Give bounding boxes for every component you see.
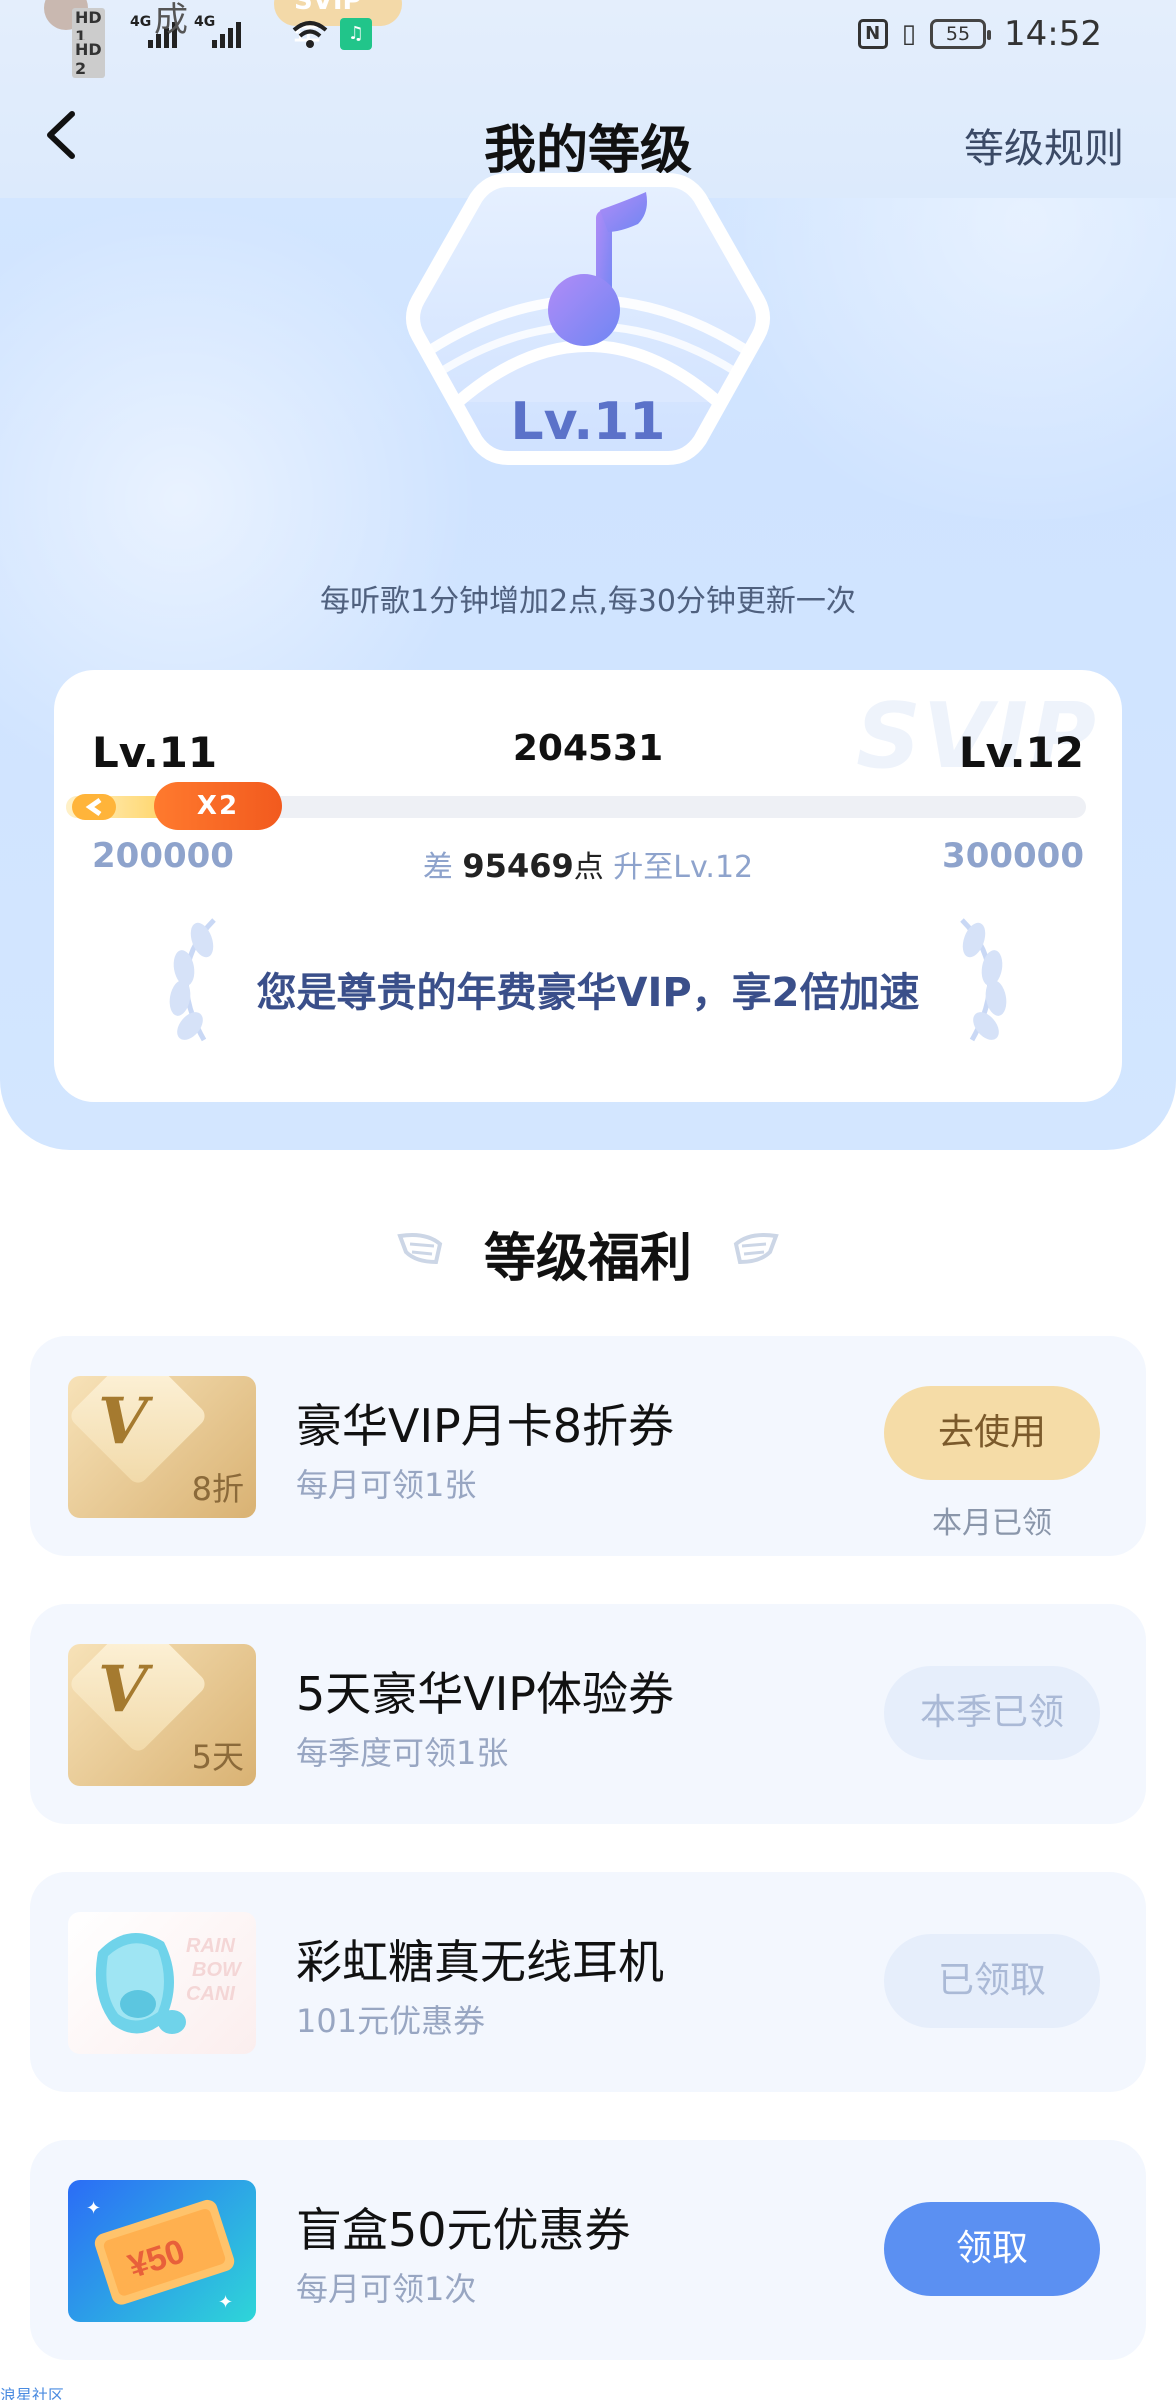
benefit-title: 彩虹糖真无线耳机: [296, 1935, 664, 1989]
svg-text:✦: ✦: [218, 2292, 233, 2313]
claim-button[interactable]: 领取: [884, 2202, 1100, 2296]
gap-value: 95469: [462, 847, 574, 885]
svg-text:✦: ✦: [86, 2198, 101, 2219]
watermark-text: 浪星社区: [0, 2386, 65, 2400]
hexagon-badge-icon: [406, 173, 770, 465]
svg-text:CANI: CANI: [186, 1983, 235, 2005]
benefit-title: 5天豪华VIP体验券: [296, 1667, 675, 1721]
gap-suffix: 升至Lv.12: [613, 850, 754, 885]
use-button[interactable]: 去使用: [884, 1386, 1100, 1480]
boost-arrow-icon: [72, 794, 116, 820]
level-badge: Lv.11: [388, 140, 788, 540]
blind-box-thumb: ¥50 ✦ ✦: [68, 2180, 256, 2322]
next-level: Lv.12: [958, 728, 1084, 777]
benefit-subtitle: 每月可领1张: [296, 1466, 477, 1504]
benefit-title: 盲盒50元优惠券: [296, 2203, 631, 2257]
thumb-tag: 5天: [191, 1738, 244, 1776]
badge-level-text: Lv.11: [510, 392, 666, 452]
signal-icon: [212, 22, 241, 48]
v-logo-icon: V: [98, 1384, 148, 1459]
claimed-note: 本月已领: [932, 1506, 1052, 1541]
level-end-points: 300000: [942, 836, 1084, 876]
vibrate-icon: ▯: [901, 19, 917, 49]
benefit-card: V 5天 5天豪华VIP体验券 每季度可领1张 本季已领: [30, 1604, 1146, 1824]
thumb-tag: 8折: [191, 1470, 244, 1508]
carrier-text: 成: [154, 0, 188, 40]
benefit-card: V 8折 豪华VIP月卡8折券 每月可领1张 去使用 本月已领: [30, 1336, 1146, 1556]
season-claimed-button[interactable]: 本季已领: [884, 1666, 1100, 1760]
benefit-subtitle: 每月可领1次: [296, 2270, 477, 2308]
benefit-subtitle: 每季度可领1张: [296, 1734, 509, 1772]
svg-text:BOW: BOW: [192, 1959, 243, 1981]
points-tip: 每听歌1分钟增加2点,每30分钟更新一次: [320, 584, 856, 619]
nfc-icon: N: [857, 19, 888, 49]
level-rules-link[interactable]: 等级规则: [964, 116, 1124, 174]
vip-trial-thumb: V 5天: [68, 1644, 256, 1786]
hd2-indicator: HD 2: [72, 40, 105, 78]
wing-icon: [733, 1233, 779, 1265]
v-logo-icon: V: [98, 1652, 148, 1727]
status-bar: HD 1 HD 2 4G 成 4G SVIP年 ♫ N ▯ 55 14:52: [0, 0, 1176, 78]
status-right: N ▯ 55 14:52: [857, 14, 1102, 54]
laurel-icon: [960, 918, 1007, 1042]
level-progress-card: SVIP Lv.11 204531 Lv.12 X2 200000 差 9546…: [54, 670, 1122, 1102]
benefit-card: ¥50 ✦ ✦ 盲盒50元优惠券 每月可领1次 领取: [30, 2140, 1146, 2360]
benefit-title: 豪华VIP月卡8折券: [296, 1399, 675, 1453]
svg-text:RAIN: RAIN: [186, 1935, 235, 1957]
ticket-icon: ¥50 ✦ ✦: [86, 2198, 235, 2313]
clock: 14:52: [1004, 14, 1102, 54]
benefits-title: 等级福利: [483, 1229, 692, 1289]
speed-boost-badge: X2: [154, 782, 282, 830]
claimed-button[interactable]: 已领取: [884, 1934, 1100, 2028]
benefit-card: RAIN BOW CANI 彩虹糖真无线耳机 101元优惠券 已领取: [30, 1872, 1146, 2092]
vip-coupon-thumb: V 8折: [68, 1376, 256, 1518]
earbuds-thumb: RAIN BOW CANI: [68, 1912, 256, 2054]
gap-unit: 点: [573, 850, 604, 885]
gap-prefix: 差: [422, 850, 453, 885]
wifi-icon: [292, 21, 328, 48]
app-notification-icon: ♫: [340, 18, 372, 50]
benefit-subtitle: 101元优惠券: [296, 2002, 486, 2040]
earbuds-icon: RAIN BOW CANI: [95, 1933, 243, 2034]
battery-icon: 55: [930, 19, 992, 49]
